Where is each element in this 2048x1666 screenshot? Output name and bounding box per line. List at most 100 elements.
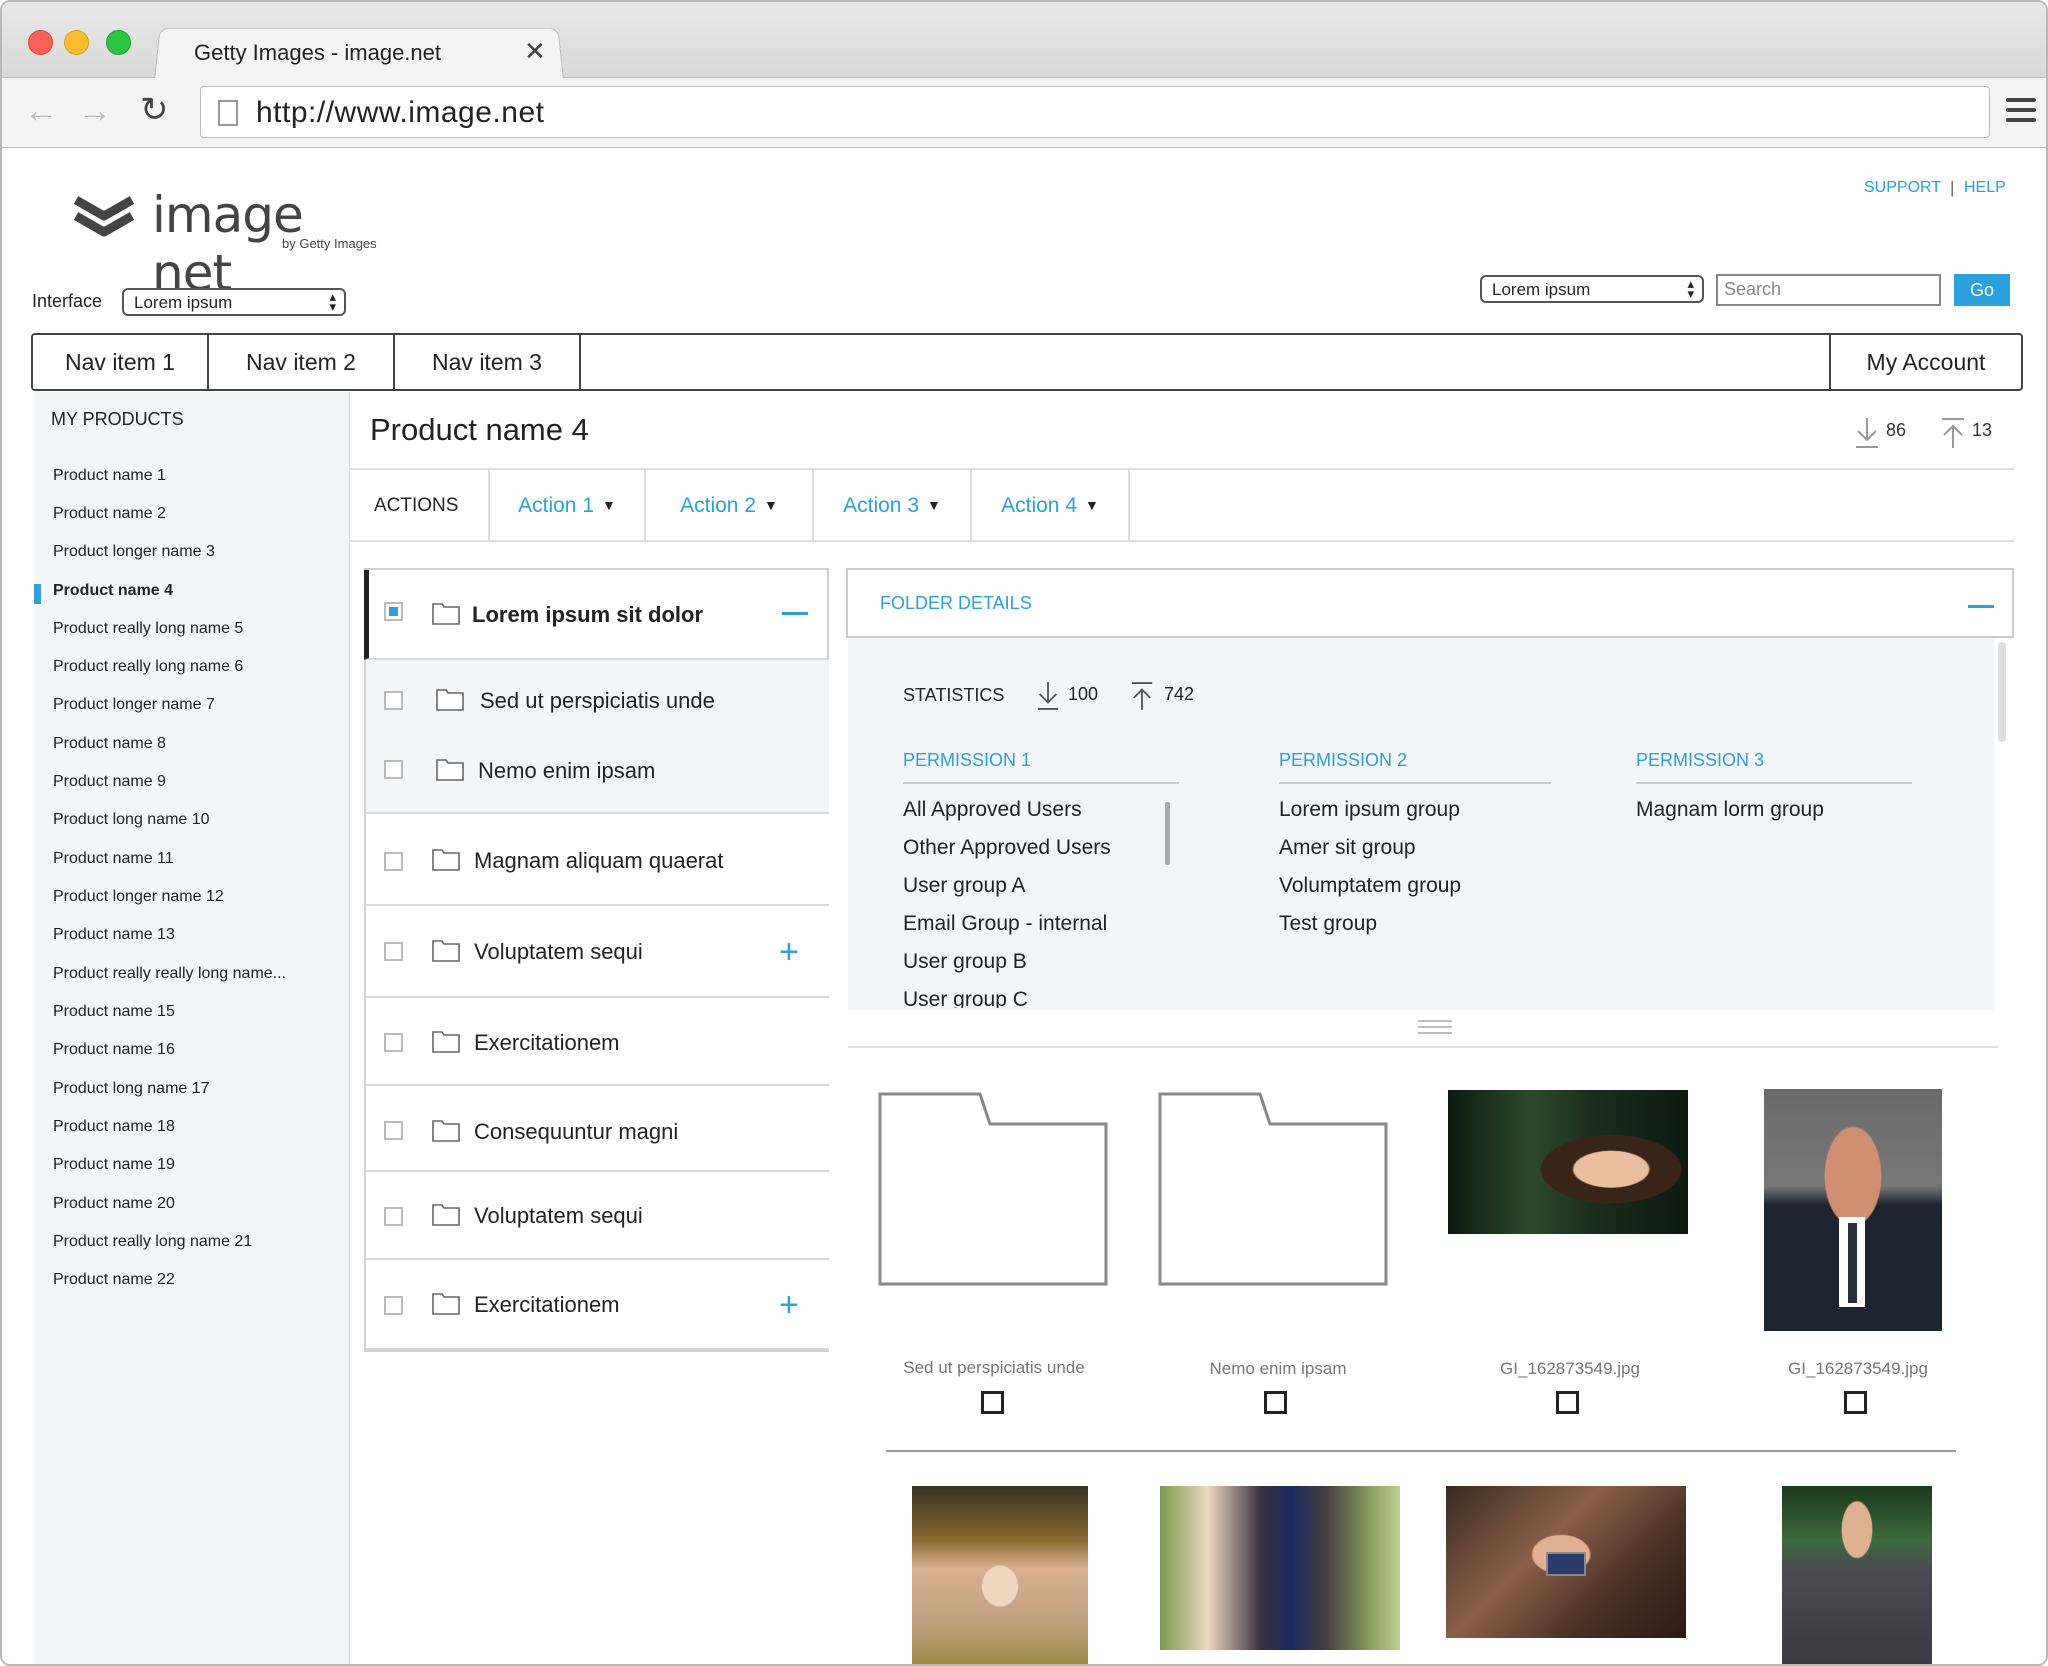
sidebar-item[interactable]: Product name 8 bbox=[53, 735, 166, 753]
sidebar-item[interactable]: Product name 1 bbox=[53, 467, 166, 485]
photo-thumbnail[interactable] bbox=[1160, 1486, 1400, 1650]
upload-count: 13 bbox=[1940, 416, 1992, 455]
grid-divider bbox=[886, 1450, 1956, 1452]
tab-close-icon[interactable]: ✕ bbox=[524, 36, 546, 67]
maximize-window-button[interactable] bbox=[106, 30, 131, 55]
folder-thumbnail-1[interactable] bbox=[878, 1092, 1110, 1286]
photo-thumbnail[interactable] bbox=[1764, 1089, 1942, 1331]
folder-details-title: FOLDER DETAILS bbox=[880, 593, 1032, 613]
sidebar-item[interactable]: Product name 20 bbox=[53, 1195, 175, 1213]
photo-thumbnail[interactable] bbox=[912, 1486, 1088, 1664]
photo-thumbnail[interactable] bbox=[1782, 1486, 1932, 1664]
expand-icon[interactable]: + bbox=[779, 1288, 799, 1322]
folder-checkbox[interactable] bbox=[384, 1296, 403, 1315]
sidebar-item[interactable]: Product long name 17 bbox=[53, 1080, 210, 1098]
sidebar-item[interactable]: Product long name 10 bbox=[53, 811, 210, 829]
folder-checkbox[interactable] bbox=[384, 691, 403, 710]
thumb-checkbox[interactable] bbox=[1844, 1391, 1867, 1414]
sidebar-item[interactable]: Product really long name 5 bbox=[53, 620, 243, 638]
sidebar-item[interactable]: Product name 16 bbox=[53, 1041, 175, 1059]
photo-thumbnail[interactable] bbox=[1446, 1486, 1686, 1638]
folder-checkbox[interactable] bbox=[384, 760, 403, 779]
url-text[interactable]: http://www.image.net bbox=[256, 96, 544, 130]
sidebar-item[interactable]: Product name 4 bbox=[53, 582, 173, 600]
permission-item: User group A bbox=[903, 874, 1026, 897]
folder-label: Exercitationem bbox=[474, 1292, 620, 1317]
folder-icon bbox=[432, 1204, 460, 1226]
folder-checkbox[interactable] bbox=[384, 1121, 403, 1140]
search-scope-value: Lorem ipsum bbox=[1492, 280, 1591, 299]
back-arrow-icon[interactable]: ← bbox=[24, 92, 58, 131]
folder-label: Lorem ipsum sit dolor bbox=[472, 602, 704, 627]
folder-thumbnail-2[interactable] bbox=[1158, 1092, 1390, 1286]
image-net-logo[interactable]: image net by Getty Images bbox=[73, 186, 394, 302]
hamburger-menu-icon[interactable] bbox=[2006, 98, 2036, 124]
action-4-dropdown[interactable]: Action 4 ▼ bbox=[970, 470, 1130, 542]
search-scope-select[interactable]: Lorem ipsum ▴ ▾ bbox=[1480, 275, 1704, 303]
action-2-dropdown[interactable]: Action 2 ▼ bbox=[644, 470, 812, 542]
minimize-window-button[interactable] bbox=[64, 30, 89, 55]
download-count: 86 bbox=[1854, 416, 1906, 455]
sidebar-item[interactable]: Product longer name 12 bbox=[53, 888, 224, 906]
folder-checkbox[interactable] bbox=[384, 942, 403, 961]
collapse-icon[interactable] bbox=[782, 612, 808, 615]
sidebar-item[interactable]: Product really really long name... bbox=[53, 965, 286, 983]
photo-tie bbox=[1848, 1223, 1857, 1303]
sidebar-item[interactable]: Product really long name 6 bbox=[53, 658, 243, 676]
action-3-dropdown[interactable]: Action 3 ▼ bbox=[812, 470, 970, 542]
interface-select[interactable]: Lorem ipsum ▴ ▾ bbox=[122, 288, 346, 316]
sidebar-item[interactable]: Product really long name 21 bbox=[53, 1233, 252, 1251]
sidebar-item[interactable]: Product name 19 bbox=[53, 1156, 175, 1174]
sidebar-title: MY PRODUCTS bbox=[51, 409, 184, 429]
sidebar-item[interactable]: Product longer name 3 bbox=[53, 543, 215, 561]
folder-checkbox[interactable] bbox=[384, 602, 403, 621]
nav-item-3[interactable]: Nav item 3 bbox=[395, 335, 581, 389]
permission-item: Amer sit group bbox=[1279, 836, 1416, 859]
help-link[interactable]: HELP bbox=[1964, 179, 2006, 197]
permission-scrollbar[interactable] bbox=[1165, 802, 1170, 865]
go-button[interactable]: Go bbox=[1954, 274, 2010, 306]
photo-camera bbox=[1546, 1552, 1586, 1576]
folder-label: Consequuntur magni bbox=[474, 1119, 679, 1144]
permission-item: Lorem ipsum group bbox=[1279, 798, 1460, 821]
folder-icon bbox=[432, 940, 460, 962]
select-arrows-icon: ▴ ▾ bbox=[329, 289, 336, 314]
upload-icon bbox=[1131, 682, 1153, 710]
support-link[interactable]: SUPPORT bbox=[1864, 179, 1941, 197]
sidebar-item[interactable]: Product name 9 bbox=[53, 773, 166, 791]
permission-header: PERMISSION 3 bbox=[1636, 750, 1765, 770]
sidebar-item[interactable]: Product name 2 bbox=[53, 505, 166, 523]
expand-icon[interactable]: + bbox=[779, 935, 799, 969]
thumb-checkbox[interactable] bbox=[981, 1391, 1004, 1414]
drag-handle-icon[interactable] bbox=[1418, 1020, 1452, 1038]
collapse-icon[interactable] bbox=[1968, 605, 1994, 608]
forward-arrow-icon[interactable]: → bbox=[78, 92, 112, 131]
sidebar-item[interactable]: Product name 18 bbox=[53, 1118, 175, 1136]
folder-icon bbox=[432, 849, 460, 871]
thumb-caption: Sed ut perspiciatis unde bbox=[903, 1358, 1085, 1377]
folder-checkbox[interactable] bbox=[384, 1033, 403, 1052]
action-1-dropdown[interactable]: Action 1 ▼ bbox=[488, 470, 644, 542]
search-input[interactable]: Search bbox=[1716, 274, 1941, 306]
thumb-checkbox[interactable] bbox=[1264, 1391, 1287, 1414]
folder-checkbox[interactable] bbox=[384, 1207, 403, 1226]
my-account-nav[interactable]: My Account bbox=[1829, 335, 2021, 389]
folder-checkbox[interactable] bbox=[384, 852, 403, 871]
sidebar-item[interactable]: Product name 15 bbox=[53, 1003, 175, 1021]
sidebar-item[interactable]: Product name 11 bbox=[53, 850, 174, 868]
sidebar-item[interactable]: Product name 22 bbox=[53, 1271, 175, 1289]
stat-downloads-value: 100 bbox=[1068, 684, 1099, 704]
actions-label: ACTIONS bbox=[374, 495, 459, 516]
thumb-caption: Nemo enim ipsam bbox=[1209, 1359, 1347, 1378]
reload-icon[interactable]: ↻ bbox=[140, 90, 169, 130]
nav-item-2[interactable]: Nav item 2 bbox=[209, 335, 395, 389]
photo-thumbnail[interactable] bbox=[1448, 1090, 1688, 1234]
stat-downloads: 100 bbox=[1036, 680, 1098, 717]
close-window-button[interactable] bbox=[28, 30, 53, 55]
sidebar-item[interactable]: Product name 13 bbox=[53, 926, 175, 944]
sidebar-item[interactable]: Product longer name 7 bbox=[53, 696, 215, 714]
permission-header: PERMISSION 1 bbox=[903, 750, 1032, 770]
thumb-checkbox[interactable] bbox=[1556, 1391, 1579, 1414]
nav-item-1[interactable]: Nav item 1 bbox=[33, 335, 209, 389]
scrollbar[interactable] bbox=[1998, 642, 2006, 742]
